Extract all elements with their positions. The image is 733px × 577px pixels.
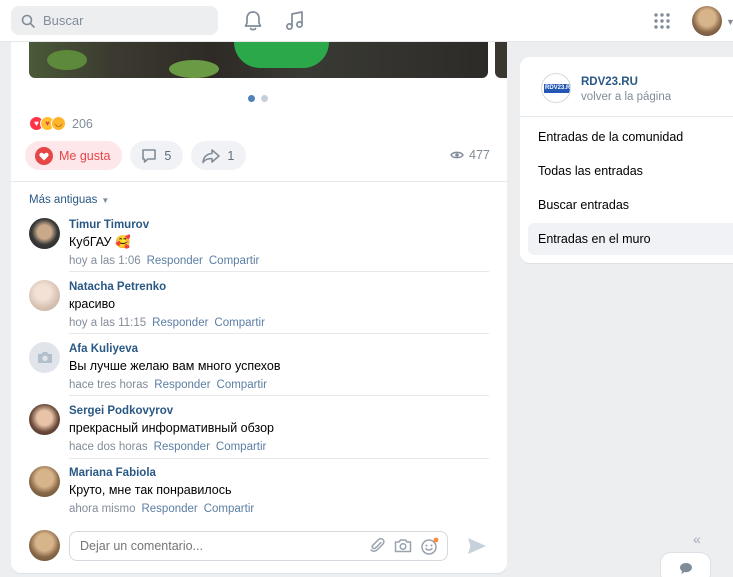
divider: [11, 181, 507, 182]
back-to-page-link[interactable]: volver a la página: [581, 91, 671, 103]
divider: [69, 458, 489, 459]
carousel-dot-active[interactable]: [248, 95, 255, 102]
comment-time[interactable]: hoy a las 11:15: [69, 317, 146, 329]
comment-composer: [29, 530, 489, 562]
camera-placeholder-icon: [37, 352, 52, 363]
search-box[interactable]: Buscar: [11, 6, 218, 35]
comment-author[interactable]: Mariana Fabiola: [69, 466, 254, 480]
comment-text: Круто, мне так понравилось: [69, 483, 232, 497]
reply-link[interactable]: Responder: [141, 503, 197, 515]
sidebar-item-search-posts[interactable]: Buscar entradas: [528, 189, 733, 221]
comment-text: КубГАУ 🥰: [69, 235, 131, 249]
community-logo[interactable]: RDV23.RU: [541, 73, 571, 103]
post-actions: Me gusta 5 1: [25, 141, 247, 170]
sidebar-item-label: Entradas de la comunidad: [538, 130, 684, 144]
logo-text: RDV23.RU: [545, 85, 571, 91]
comment-text: Вы лучше желаю вам много успехов: [69, 359, 281, 373]
reply-link[interactable]: Responder: [154, 441, 210, 453]
avatar[interactable]: [29, 280, 60, 311]
laughing-reaction-icon: ◡: [51, 116, 66, 131]
comment-author[interactable]: Natacha Petrenko: [69, 280, 265, 294]
sidebar-item-community-posts[interactable]: Entradas de la comunidad: [528, 121, 733, 153]
carousel-dot[interactable]: [261, 95, 268, 102]
apps-grid-icon[interactable]: [654, 13, 670, 29]
bell-icon[interactable]: [243, 10, 263, 32]
comments-count: 5: [164, 148, 172, 163]
reply-link[interactable]: Responder: [147, 255, 203, 267]
community-name[interactable]: RDV23.RU: [581, 76, 638, 88]
eye-icon: [450, 151, 464, 159]
share-button[interactable]: 1: [191, 141, 247, 170]
divider: [69, 333, 489, 334]
views-counter: 477: [450, 148, 490, 162]
avatar[interactable]: [29, 342, 60, 373]
older-comments-label: Más antiguas: [29, 194, 98, 206]
sidebar-item-all-posts[interactable]: Todas las entradas: [528, 155, 733, 187]
shares-count: 1: [227, 148, 235, 163]
post-card: ♥ ♥ ◡ 206 Me gusta 5 1 477 Más antiguas …: [11, 42, 507, 573]
community-sidebar: RDV23.RU RDV23.RU volver a la página Ent…: [520, 57, 733, 263]
search-icon: [21, 14, 35, 28]
divider: [69, 271, 489, 272]
composer-tools: [369, 537, 439, 556]
reactions-count: 206: [72, 116, 93, 131]
share-link[interactable]: Compartir: [204, 503, 254, 515]
post-photo[interactable]: [29, 42, 488, 78]
avatar[interactable]: [29, 218, 60, 249]
sidebar-item-label: Todas las entradas: [538, 164, 643, 178]
views-count: 477: [469, 148, 490, 162]
chevron-down-icon[interactable]: ▼: [726, 17, 733, 27]
send-icon[interactable]: [467, 537, 487, 555]
comment-time[interactable]: hace dos horas: [69, 441, 148, 453]
comment-author[interactable]: Timur Timurov: [69, 218, 259, 232]
comment-icon: [142, 148, 157, 163]
sidebar-item-label: Entradas en el muro: [538, 232, 651, 246]
divider: [520, 116, 733, 117]
chevron-down-icon: ▼: [101, 195, 110, 205]
next-photo-preview[interactable]: [495, 42, 507, 78]
photo-detail: [234, 42, 329, 68]
search-placeholder: Buscar: [43, 13, 84, 28]
paperclip-icon[interactable]: [369, 537, 386, 554]
photo-detail: [169, 60, 219, 78]
comment-text: красиво: [69, 297, 116, 311]
sidebar-item-label: Buscar entradas: [538, 198, 630, 212]
divider: [69, 395, 489, 396]
comments-button[interactable]: 5: [130, 141, 184, 170]
camera-icon[interactable]: [394, 537, 412, 554]
share-link[interactable]: Compartir: [217, 379, 267, 391]
like-label: Me gusta: [59, 148, 111, 163]
heart-icon: [35, 146, 53, 165]
photo-detail: [47, 50, 87, 70]
avatar[interactable]: [29, 466, 60, 497]
reply-link[interactable]: Responder: [154, 379, 210, 391]
comment-text: прекрасный информативный обзор: [69, 421, 275, 435]
comment-author[interactable]: Sergei Podkovyrov: [69, 404, 274, 418]
comment-time[interactable]: hoy a las 1:06: [69, 255, 141, 267]
like-button[interactable]: Me gusta: [25, 141, 123, 170]
share-icon: [202, 148, 221, 163]
chat-bubble-icon: [679, 563, 692, 574]
share-link[interactable]: Compartir: [214, 317, 264, 329]
comment-time[interactable]: hace tres horas: [69, 379, 148, 391]
sidebar-item-wall-posts[interactable]: Entradas en el muro: [528, 223, 733, 255]
share-link[interactable]: Compartir: [216, 441, 266, 453]
comment-time[interactable]: ahora mismo: [69, 503, 135, 515]
comment-author[interactable]: Afa Kuliyeva: [69, 342, 280, 356]
avatar[interactable]: [29, 404, 60, 435]
music-icon[interactable]: [285, 10, 305, 32]
older-comments-toggle[interactable]: Más antiguas ▼: [29, 194, 109, 206]
reactions-summary[interactable]: ♥ ♥ ◡ 206: [29, 116, 93, 131]
emoji-icon[interactable]: [420, 537, 439, 556]
collapse-chevron-icon[interactable]: «: [693, 531, 701, 547]
profile-avatar[interactable]: [692, 6, 722, 36]
share-link[interactable]: Compartir: [209, 255, 259, 267]
reply-link[interactable]: Responder: [152, 317, 208, 329]
top-bar: Buscar ▼: [0, 0, 733, 42]
avatar: [29, 530, 60, 561]
messenger-button[interactable]: [661, 553, 710, 577]
